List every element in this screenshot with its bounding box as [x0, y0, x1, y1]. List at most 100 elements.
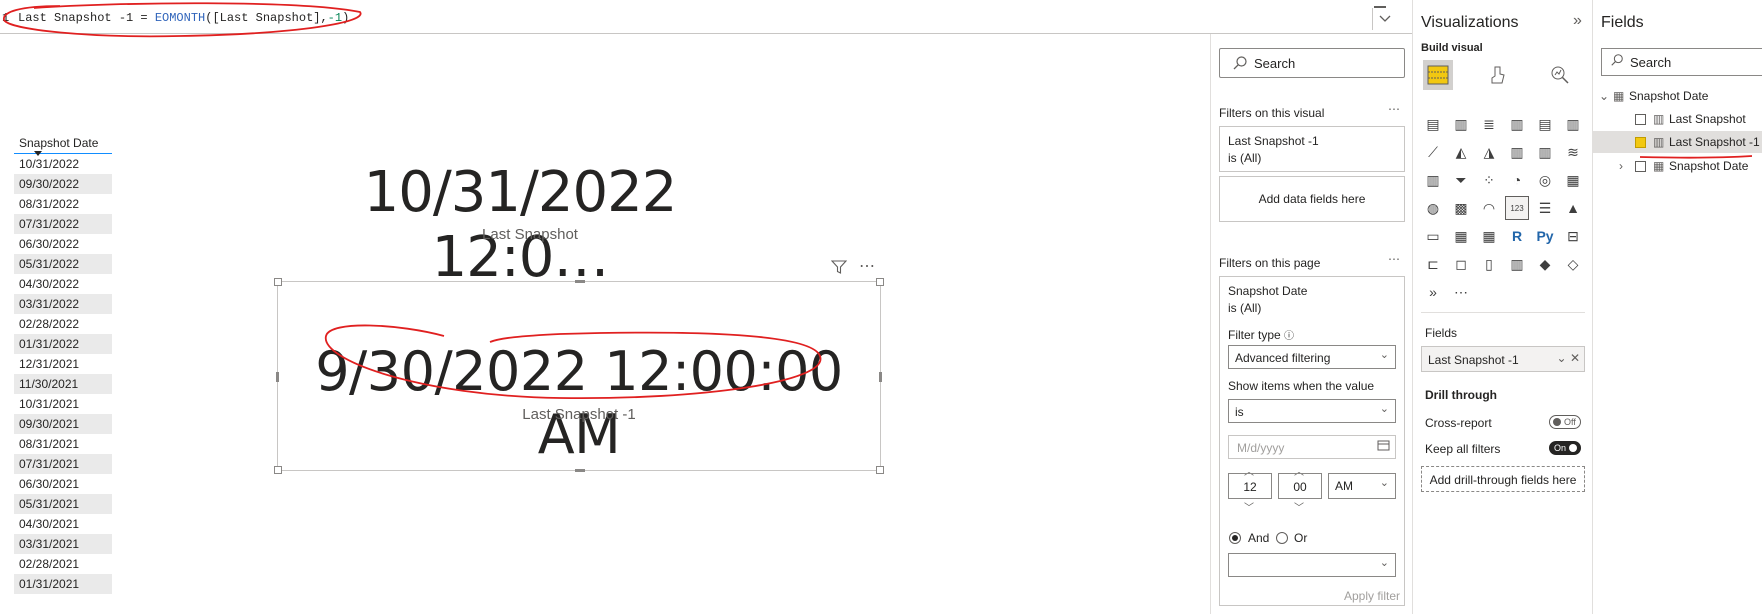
- table-row[interactable]: 04/30/2022: [14, 274, 112, 294]
- treemap-icon[interactable]: ▦: [1561, 168, 1585, 192]
- filters-search-input[interactable]: Search: [1219, 48, 1405, 78]
- python-visual-icon[interactable]: Py: [1533, 224, 1557, 248]
- card-icon[interactable]: 123: [1505, 196, 1529, 220]
- table-row[interactable]: 10/31/2021: [14, 394, 112, 414]
- resize-handle-top-right[interactable]: [876, 278, 884, 286]
- line-chart-icon[interactable]: ⟋: [1421, 140, 1445, 164]
- table-row[interactable]: 08/31/2021: [14, 434, 112, 454]
- condition-dropdown[interactable]: is ⌄: [1228, 399, 1396, 423]
- collapse-pane-icon[interactable]: »: [1573, 12, 1582, 30]
- table-row[interactable]: 05/31/2021: [14, 494, 112, 514]
- table-row[interactable]: 11/30/2021: [14, 374, 112, 394]
- stacked-column-chart-icon[interactable]: ▥: [1449, 112, 1473, 136]
- fields-search-input[interactable]: Search: [1601, 48, 1762, 76]
- tree-field-last-snapshot[interactable]: ▥ Last Snapshot: [1593, 108, 1762, 130]
- chevron-down-icon[interactable]: [1372, 8, 1396, 30]
- clustered-column-chart-icon[interactable]: ▥: [1505, 112, 1529, 136]
- build-visual-tab-icon[interactable]: [1423, 60, 1453, 90]
- power-automate-icon[interactable]: ◇: [1561, 252, 1585, 276]
- table-row[interactable]: 03/31/2022: [14, 294, 112, 314]
- more-options-icon[interactable]: ⋯: [1388, 102, 1400, 116]
- apply-filter-button[interactable]: Apply filter: [1344, 589, 1400, 603]
- second-condition-dropdown[interactable]: ⌄: [1228, 553, 1396, 577]
- chevron-down-icon[interactable]: ⌄: [1599, 85, 1609, 107]
- ribbon-chart-icon[interactable]: ≋: [1561, 140, 1585, 164]
- format-visual-tab-icon[interactable]: [1483, 60, 1513, 90]
- minute-input[interactable]: 00: [1278, 473, 1322, 499]
- table-row[interactable]: 02/28/2022: [14, 314, 112, 334]
- info-icon[interactable]: ⓘ: [1284, 331, 1294, 342]
- power-apps-icon[interactable]: ◆: [1533, 252, 1557, 276]
- waterfall-chart-icon[interactable]: ▥: [1421, 168, 1445, 192]
- more-options-icon[interactable]: ⋯: [1388, 252, 1400, 266]
- table-row[interactable]: 04/30/2021: [14, 514, 112, 534]
- hour-input[interactable]: 12: [1228, 473, 1272, 499]
- formula-bar[interactable]: 1 Last Snapshot -1 = EOMONTH([Last Snaps…: [0, 0, 1412, 34]
- table-row[interactable]: 08/31/2022: [14, 194, 112, 214]
- table-row[interactable]: 01/31/2021: [14, 574, 112, 594]
- funnel-chart-icon[interactable]: ⏷: [1449, 168, 1473, 192]
- field-checkbox-checked[interactable]: [1635, 137, 1646, 148]
- line-and-stacked-column-chart-icon[interactable]: ▥: [1505, 140, 1529, 164]
- 100-stacked-bar-chart-icon[interactable]: ▤: [1533, 112, 1557, 136]
- table-row[interactable]: 07/31/2021: [14, 454, 112, 474]
- resize-handle-top-left[interactable]: [274, 278, 282, 286]
- map-icon[interactable]: ◍: [1421, 196, 1445, 220]
- formula-input[interactable]: Last Snapshot -1 = EOMONTH([Last Snapsho…: [18, 11, 349, 25]
- resize-handle-top[interactable]: [575, 280, 585, 283]
- slicer-icon[interactable]: ▭: [1421, 224, 1445, 248]
- table-row[interactable]: 07/31/2022: [14, 214, 112, 234]
- paginated-report-icon[interactable]: ▥: [1505, 252, 1529, 276]
- cross-report-toggle[interactable]: Off: [1549, 415, 1581, 429]
- area-chart-icon[interactable]: ◭: [1449, 140, 1473, 164]
- smart-narrative-icon[interactable]: ▯: [1477, 252, 1501, 276]
- field-checkbox[interactable]: [1635, 161, 1646, 172]
- stacked-area-chart-icon[interactable]: ◮: [1477, 140, 1501, 164]
- qna-icon[interactable]: ◻: [1449, 252, 1473, 276]
- visual-filter-icon[interactable]: [830, 260, 848, 278]
- tree-table-snapshot-date[interactable]: ⌄ ▦ Snapshot Date: [1599, 85, 1762, 107]
- chevron-down-icon[interactable]: ⌄: [1557, 351, 1567, 365]
- key-influencers-icon[interactable]: ⊟: [1561, 224, 1585, 248]
- snapshot-date-table[interactable]: Snapshot Date 10/31/2022 09/30/2022 08/31/…: [14, 132, 112, 594]
- or-radio[interactable]: [1276, 532, 1288, 544]
- stacked-bar-chart-icon[interactable]: ▤: [1421, 112, 1445, 136]
- r-visual-icon[interactable]: R: [1505, 224, 1529, 248]
- filter-type-dropdown[interactable]: Advanced filtering ⌄: [1228, 345, 1396, 369]
- decomposition-tree-icon[interactable]: ⊏: [1421, 252, 1445, 276]
- add-drill-through-dropzone[interactable]: Add drill-through fields here: [1421, 466, 1585, 492]
- table-row[interactable]: 01/31/2022: [14, 334, 112, 354]
- fields-well[interactable]: Last Snapshot -1 ⌄ ✕: [1421, 346, 1585, 372]
- hour-down-icon[interactable]: ﹀: [1244, 499, 1254, 514]
- keep-all-filters-toggle[interactable]: On: [1549, 441, 1581, 455]
- table-row[interactable]: 09/30/2022: [14, 174, 112, 194]
- donut-chart-icon[interactable]: ◎: [1533, 168, 1557, 192]
- table-column-header[interactable]: Snapshot Date: [14, 132, 112, 154]
- clustered-bar-chart-icon[interactable]: ≣: [1477, 112, 1501, 136]
- line-and-clustered-column-chart-icon[interactable]: ▥: [1533, 140, 1557, 164]
- add-data-fields-dropzone[interactable]: Add data fields here: [1219, 176, 1405, 222]
- tree-field-snapshot-date[interactable]: › ▦ Snapshot Date: [1593, 155, 1762, 177]
- kpi-icon[interactable]: ▲: [1561, 196, 1585, 220]
- chevron-right-icon[interactable]: ›: [1619, 155, 1623, 177]
- close-icon[interactable]: ✕: [1570, 351, 1580, 365]
- table-row[interactable]: 05/31/2022: [14, 254, 112, 274]
- power-automate-flow-icon[interactable]: »: [1421, 280, 1445, 304]
- minute-down-icon[interactable]: ﹀: [1294, 499, 1304, 514]
- get-more-visuals-icon[interactable]: ⋯: [1449, 280, 1473, 304]
- resize-handle-bottom-left[interactable]: [274, 466, 282, 474]
- tree-field-last-snapshot-minus1[interactable]: ▥ Last Snapshot -1: [1593, 131, 1762, 153]
- sort-descending-icon[interactable]: [34, 151, 42, 156]
- gauge-icon[interactable]: ◠: [1477, 196, 1501, 220]
- multi-row-card-icon[interactable]: ☰: [1533, 196, 1557, 220]
- table-row[interactable]: 10/31/2022: [14, 154, 112, 174]
- resize-handle-bottom-right[interactable]: [876, 466, 884, 474]
- more-options-icon[interactable]: ⋯: [859, 256, 876, 276]
- table-icon[interactable]: ▦: [1449, 224, 1473, 248]
- table-row[interactable]: 02/28/2021: [14, 554, 112, 574]
- analytics-tab-icon[interactable]: [1545, 60, 1575, 90]
- table-row[interactable]: 12/31/2021: [14, 354, 112, 374]
- ampm-dropdown[interactable]: AM ⌄: [1328, 473, 1396, 499]
- calendar-icon[interactable]: [1377, 439, 1390, 454]
- pie-chart-icon[interactable]: ◔: [1505, 168, 1529, 192]
